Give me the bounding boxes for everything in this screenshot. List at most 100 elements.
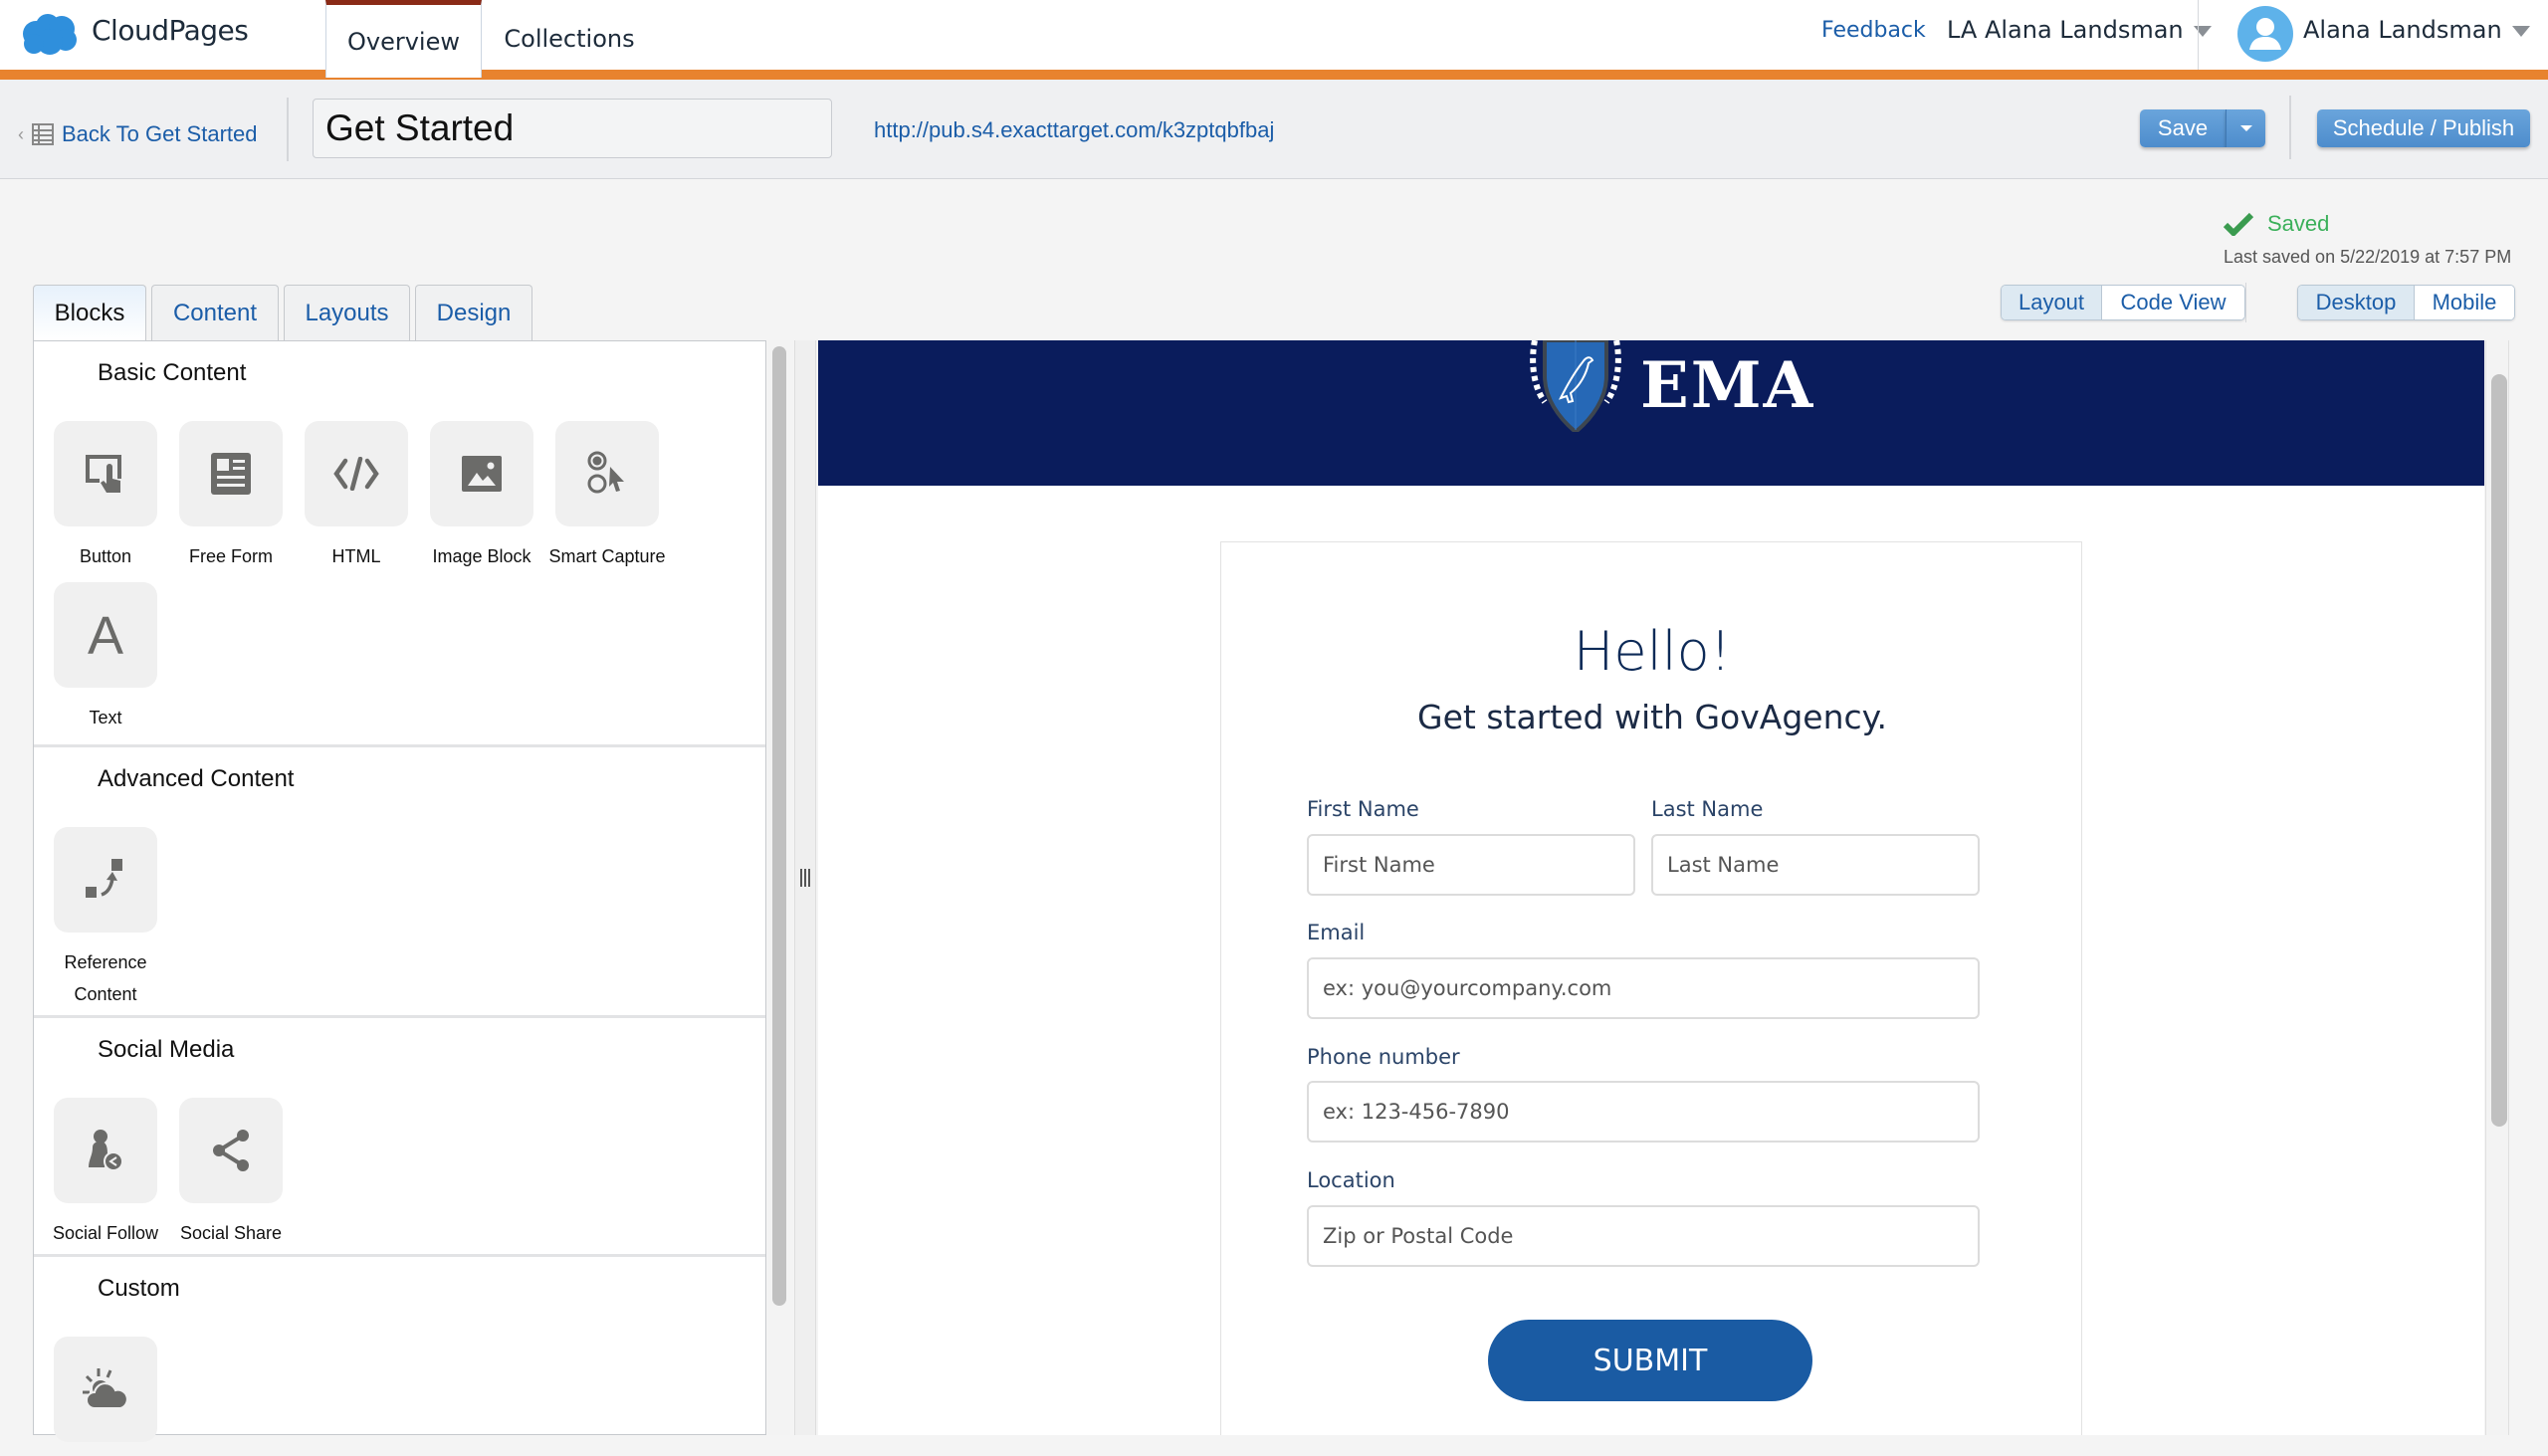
top-nav: CloudPages Overview Collections Feedback…: [0, 0, 2548, 78]
checkmark-icon: [2224, 212, 2253, 236]
section-title: Social Media: [98, 1036, 235, 1063]
nav-tab-collections[interactable]: Collections: [492, 0, 647, 78]
divider: [287, 98, 289, 161]
block-label: Reference Content: [64, 952, 147, 1004]
svg-text:A: A: [88, 612, 123, 658]
form-heading: Hello!: [1573, 620, 1732, 683]
back-label: Back To Get Started: [62, 121, 258, 146]
schedule-publish-button[interactable]: Schedule / Publish: [2317, 109, 2530, 147]
salesforce-cloud-logo-icon: [23, 14, 77, 55]
divider: [2245, 283, 2246, 322]
chevron-left-icon: ‹: [18, 123, 24, 144]
submit-button[interactable]: SUBMIT: [1488, 1320, 1812, 1401]
page-url-link[interactable]: http://pub.s4.exacttarget.com/k3zptqbfba…: [874, 117, 1274, 143]
device-toggle: Desktop Mobile: [2297, 285, 2515, 320]
feedback-link[interactable]: Feedback: [1821, 18, 1926, 43]
block-label: Text: [89, 708, 122, 728]
account-name: LA Alana Landsman: [1947, 16, 2184, 44]
block-label: Smart Capture: [548, 546, 666, 566]
layout-view-button[interactable]: Layout: [2002, 286, 2102, 319]
block-label: Social Share: [179, 1223, 283, 1243]
block-label: Social Follow: [52, 1223, 159, 1243]
first-name-input[interactable]: First Name: [1307, 834, 1635, 896]
back-link[interactable]: ‹ Back To Get Started: [18, 121, 257, 147]
desktop-view-button[interactable]: Desktop: [2298, 286, 2415, 319]
grip-icon: [799, 869, 811, 889]
block-label: Button: [79, 546, 132, 566]
section-basic-content: Basic Content Button Free Form HTML Imag…: [34, 341, 765, 747]
editor-toolbar: ‹ Back To Get Started Get Started http:/…: [0, 80, 2548, 179]
banner-title: EMA: [1640, 348, 1815, 423]
code-icon: [333, 457, 379, 491]
canvas-scrollbar[interactable]: [2491, 374, 2507, 1127]
caret-down-icon: [2511, 25, 2530, 37]
block-label: HTML: [331, 546, 381, 566]
account-switcher[interactable]: LA Alana Landsman: [1947, 16, 2212, 44]
last-saved-timestamp: Last saved on 5/22/2019 at 7:57 PM: [2224, 247, 2512, 267]
block-label: Image Block: [432, 546, 531, 566]
tab-layouts[interactable]: Layouts: [284, 285, 410, 340]
section-title: Basic Content: [98, 359, 247, 386]
section-title: Advanced Content: [98, 765, 295, 792]
share-icon: [213, 1130, 249, 1171]
section-advanced-content: Advanced Content Reference Content: [34, 747, 765, 1018]
panel-scrollbar[interactable]: [772, 346, 786, 1306]
block-reference-content[interactable]: Reference Content: [54, 827, 157, 1010]
text-icon: A: [88, 612, 123, 658]
mobile-view-button[interactable]: Mobile: [2415, 286, 2514, 319]
caret-down-icon: [2239, 125, 2252, 131]
section-title: Custom: [98, 1275, 180, 1302]
block-free-form[interactable]: Free Form: [179, 421, 283, 572]
tab-content[interactable]: Content: [151, 285, 279, 340]
page-title-input[interactable]: Get Started: [313, 99, 832, 158]
tab-blocks[interactable]: Blocks: [33, 285, 146, 341]
form-subheading: Get started with GovAgency.: [1417, 698, 1887, 736]
block-text[interactable]: A Text: [54, 582, 157, 733]
weather-icon: [83, 1368, 128, 1409]
social-follow-icon: [89, 1130, 123, 1171]
phone-input[interactable]: ex: 123-456-7890: [1307, 1081, 1980, 1143]
reference-content-icon: [86, 859, 122, 898]
block-custom-weather[interactable]: [54, 1337, 157, 1442]
last-name-input[interactable]: Last Name: [1651, 834, 1980, 896]
email-input[interactable]: ex: you@yourcompany.com: [1307, 957, 1980, 1019]
divider: [2198, 0, 2199, 70]
nav-tab-overview[interactable]: Overview: [325, 0, 482, 78]
location-input[interactable]: Zip or Postal Code: [1307, 1205, 1980, 1267]
user-menu[interactable]: Alana Landsman: [2303, 16, 2530, 44]
block-social-follow[interactable]: Social Follow: [52, 1098, 159, 1249]
signup-form-card: Hello! Get started with GovAgency. First…: [1220, 541, 2082, 1435]
save-options-dropdown[interactable]: [2226, 109, 2265, 147]
block-smart-capture[interactable]: Smart Capture: [548, 421, 666, 572]
phone-label: Phone number: [1307, 1045, 1460, 1069]
free-form-icon: [211, 453, 251, 495]
divider: [2289, 96, 2291, 159]
caret-down-icon: [2193, 25, 2212, 37]
user-name: Alana Landsman: [2303, 16, 2502, 44]
block-label: Free Form: [188, 546, 273, 566]
block-html[interactable]: HTML: [305, 421, 408, 572]
tab-design[interactable]: Design: [415, 285, 532, 340]
app-name: CloudPages: [92, 14, 249, 47]
code-view-button[interactable]: Code View: [2102, 286, 2244, 319]
blocks-panel: Basic Content Button Free Form HTML Imag…: [33, 340, 766, 1442]
block-social-share[interactable]: Social Share: [179, 1098, 283, 1249]
image-icon: [462, 456, 502, 492]
table-icon: [32, 123, 54, 145]
saved-status: Saved: [2224, 211, 2329, 237]
view-mode-toggle: Layout Code View: [2001, 285, 2245, 320]
last-name-label: Last Name: [1651, 797, 1764, 821]
location-label: Location: [1307, 1168, 1395, 1192]
block-image[interactable]: Image Block: [430, 421, 533, 572]
block-button[interactable]: Button: [54, 421, 157, 572]
section-custom: Custom: [34, 1257, 765, 1456]
button-touch-icon: [86, 455, 121, 493]
user-avatar-icon[interactable]: [2237, 6, 2293, 62]
section-social-media: Social Media Social Follow Social Share: [34, 1018, 765, 1257]
page-canvas: EMA Hello! Get started with GovAgency. F…: [818, 340, 2484, 1435]
eagle-crest-logo-icon: [1530, 340, 1621, 432]
save-button[interactable]: Save: [2140, 109, 2226, 147]
first-name-label: First Name: [1307, 797, 1419, 821]
saved-label: Saved: [2267, 211, 2330, 236]
smart-capture-icon: [587, 451, 624, 494]
